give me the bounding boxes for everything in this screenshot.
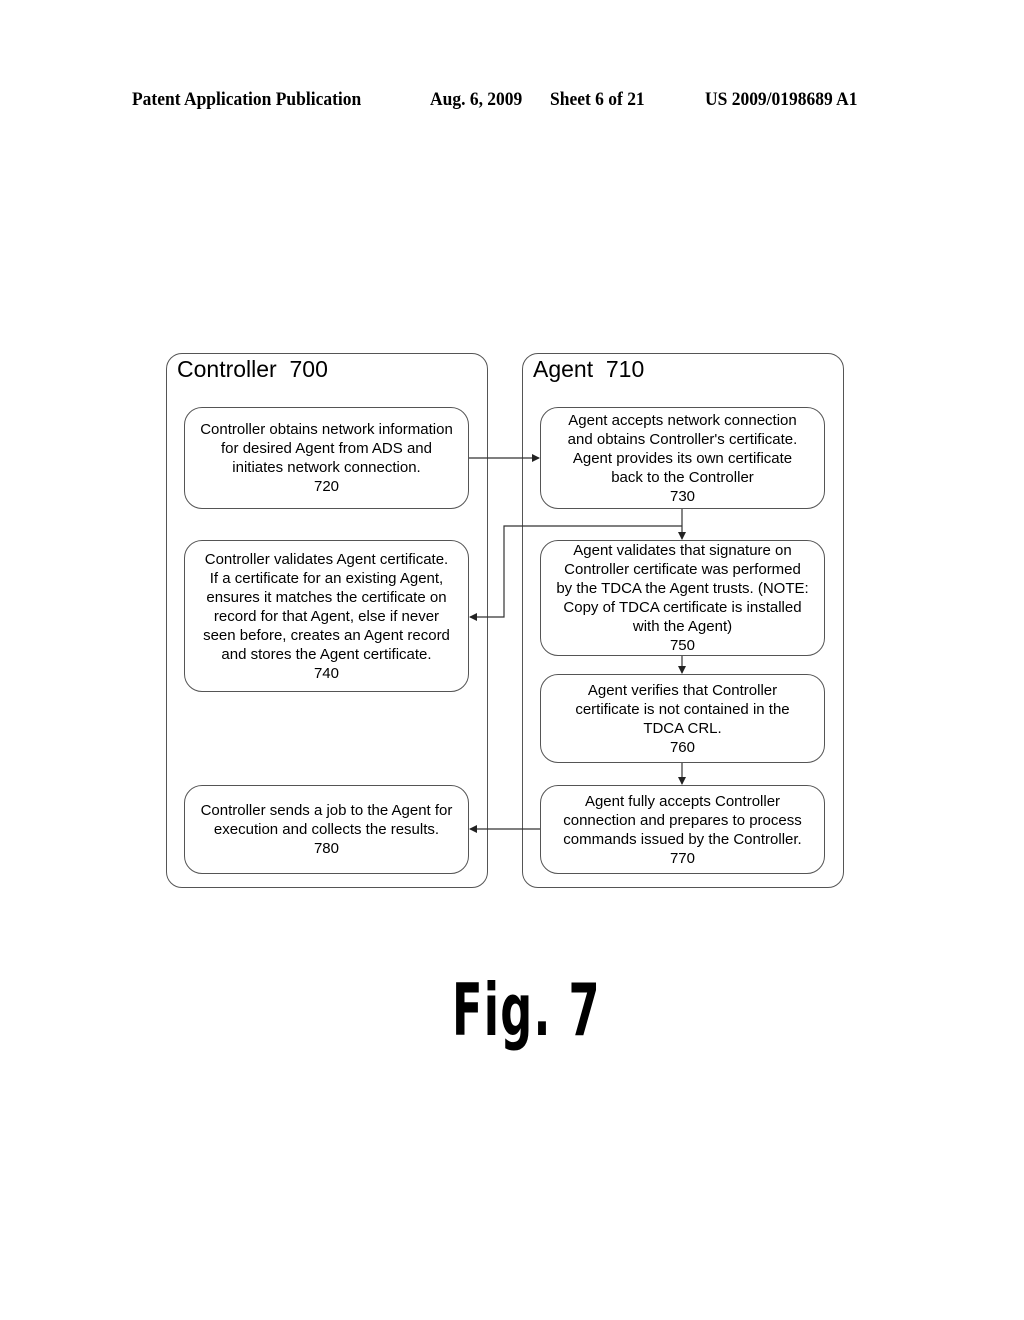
arrow-730-to-740 [469,525,682,621]
connector-layer [469,454,686,833]
figure-label: Fig. 7 [452,968,601,1052]
